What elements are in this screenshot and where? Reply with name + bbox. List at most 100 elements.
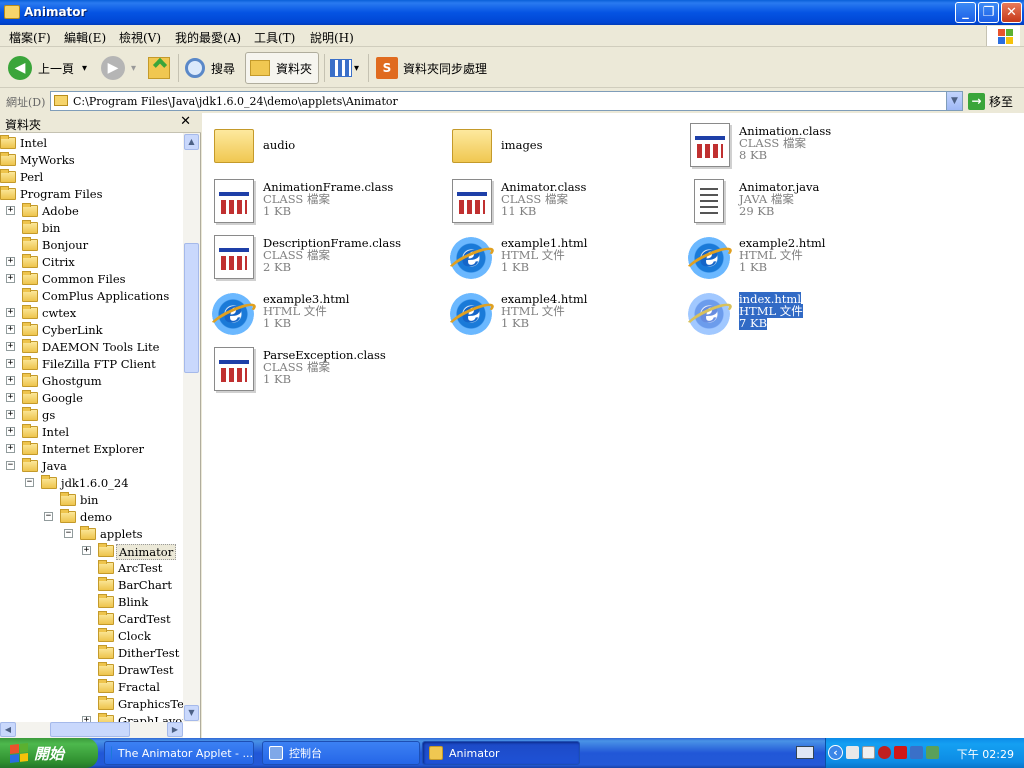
collapse-icon[interactable]: − xyxy=(64,529,73,538)
file-item[interactable]: Animator.java JAVA 檔案 29 KB xyxy=(682,173,912,225)
scroll-thumb[interactable] xyxy=(184,243,199,373)
expand-icon[interactable]: + xyxy=(82,546,91,555)
menu-help[interactable]: 說明(H) xyxy=(310,29,354,46)
close-button[interactable]: ✕ xyxy=(1001,2,1022,23)
close-icon[interactable]: ✕ xyxy=(180,114,191,129)
menu-file[interactable]: 檔案(F) xyxy=(9,29,51,46)
scroll-up-button[interactable]: ▲ xyxy=(184,134,199,150)
forward-button[interactable]: ▶ ▾ xyxy=(101,52,136,84)
collapse-icon[interactable]: − xyxy=(25,478,34,487)
tree-item[interactable]: + CyberLink xyxy=(0,322,183,339)
maximize-button[interactable]: ❐ xyxy=(978,2,999,23)
tree-item[interactable]: CardTest xyxy=(0,611,183,628)
taskbar-item-animator-applet[interactable]: The Animator Applet - ... xyxy=(104,741,254,765)
collapse-icon[interactable]: − xyxy=(44,512,53,521)
expand-icon[interactable]: + xyxy=(6,393,15,402)
tree-item[interactable]: DitherTest xyxy=(0,645,183,662)
tree-item[interactable]: + DAEMON Tools Lite xyxy=(0,339,183,356)
network-icon[interactable] xyxy=(910,746,923,759)
minimize-button[interactable]: _ xyxy=(955,2,976,23)
tree-item[interactable]: Fractal xyxy=(0,679,183,696)
address-dropdown-button[interactable]: ▼ xyxy=(946,92,962,110)
menu-tools[interactable]: 工具(T) xyxy=(254,29,295,46)
tree-item[interactable]: Clock xyxy=(0,628,183,645)
tree-item[interactable]: bin xyxy=(0,220,183,237)
up-folder-button[interactable] xyxy=(148,52,170,84)
tray-expand-button[interactable]: ‹ xyxy=(828,745,843,760)
tree-item[interactable]: + Intel xyxy=(0,424,183,441)
expand-icon[interactable]: + xyxy=(6,274,15,283)
file-item[interactable]: e example2.html HTML 文件 1 KB xyxy=(682,229,912,281)
tree-item[interactable]: bin xyxy=(0,492,183,509)
tree-item[interactable]: + Ghostgum xyxy=(0,373,183,390)
start-button[interactable]: 開始 xyxy=(0,738,98,768)
file-item[interactable]: e example3.html HTML 文件 1 KB xyxy=(206,285,436,337)
tree-item[interactable]: + Common Files xyxy=(0,271,183,288)
tree-item[interactable]: − demo xyxy=(0,509,183,526)
shield-icon[interactable] xyxy=(878,746,891,759)
menu-edit[interactable]: 編輯(E) xyxy=(64,29,106,46)
file-item[interactable]: images xyxy=(444,117,674,169)
scroll-left-button[interactable]: ◀ xyxy=(0,722,16,737)
tree-item[interactable]: + FileZilla FTP Client xyxy=(0,356,183,373)
menu-favorites[interactable]: 我的最愛(A) xyxy=(175,29,241,46)
file-item[interactable]: e example4.html HTML 文件 1 KB xyxy=(444,285,674,337)
scroll-thumb[interactable] xyxy=(50,722,130,737)
file-item[interactable]: AnimationFrame.class CLASS 檔案 1 KB xyxy=(206,173,436,225)
back-button[interactable]: ◀ 上一頁 ▾ xyxy=(8,52,87,84)
file-item[interactable]: e example1.html HTML 文件 1 KB xyxy=(444,229,674,281)
tree-item[interactable]: ComPlus Applications xyxy=(0,288,183,305)
collapse-icon[interactable]: − xyxy=(6,461,15,470)
tree-item[interactable]: Intel xyxy=(0,135,183,152)
tree-item[interactable]: MyWorks xyxy=(0,152,183,169)
go-button[interactable]: → 移至 xyxy=(968,92,1020,110)
tree-item[interactable]: DrawTest xyxy=(0,662,183,679)
expand-icon[interactable]: + xyxy=(6,376,15,385)
tree-item[interactable]: + Internet Explorer xyxy=(0,441,183,458)
views-button[interactable]: ▾ xyxy=(330,52,359,84)
folders-button[interactable]: 資料夾 xyxy=(245,52,320,84)
scroll-right-button[interactable]: ▶ xyxy=(167,722,183,737)
file-item[interactable]: ParseException.class CLASS 檔案 1 KB xyxy=(206,341,436,393)
expand-icon[interactable]: + xyxy=(6,206,15,215)
horizontal-scrollbar[interactable]: ◀ ▶ xyxy=(0,722,183,738)
tree-item[interactable]: Program Files xyxy=(0,186,183,203)
expand-icon[interactable]: + xyxy=(6,257,15,266)
antivirus-icon[interactable] xyxy=(894,746,907,759)
address-path[interactable]: C:\Program Files\Java\jdk1.6.0_24\demo\a… xyxy=(73,95,398,108)
file-item[interactable]: Animation.class CLASS 檔案 8 KB xyxy=(682,117,912,169)
tree-item[interactable]: − Java xyxy=(0,458,183,475)
taskbar-item-animator[interactable]: Animator xyxy=(422,741,580,765)
menu-view[interactable]: 檢視(V) xyxy=(119,29,161,46)
expand-icon[interactable]: + xyxy=(6,427,15,436)
expand-icon[interactable]: + xyxy=(6,444,15,453)
address-input[interactable]: C:\Program Files\Java\jdk1.6.0_24\demo\a… xyxy=(50,91,963,111)
tree-item[interactable]: + gs xyxy=(0,407,183,424)
tree-item[interactable]: + Animator xyxy=(0,543,183,560)
tree-item[interactable]: Bonjour xyxy=(0,237,183,254)
taskbar-item-control-panel[interactable]: 控制台 xyxy=(262,741,420,765)
expand-icon[interactable]: + xyxy=(6,342,15,351)
display-icon[interactable] xyxy=(926,746,939,759)
java-tray-icon[interactable] xyxy=(846,746,859,759)
tree-item[interactable]: + cwtex xyxy=(0,305,183,322)
expand-icon[interactable]: + xyxy=(6,308,15,317)
tree-item[interactable]: + Citrix xyxy=(0,254,183,271)
tree-item[interactable]: GraphicsTest xyxy=(0,696,183,713)
scroll-down-button[interactable]: ▼ xyxy=(184,705,199,721)
tree-item[interactable]: Blink xyxy=(0,594,183,611)
expand-icon[interactable]: + xyxy=(6,359,15,368)
tree-item[interactable]: − applets xyxy=(0,526,183,543)
file-item[interactable]: DescriptionFrame.class CLASS 檔案 2 KB xyxy=(206,229,436,281)
tree-item[interactable]: − jdk1.6.0_24 xyxy=(0,475,183,492)
chevron-down-icon[interactable]: ▾ xyxy=(82,63,87,74)
file-item[interactable]: e index.html HTML 文件 7 KB xyxy=(682,285,912,337)
tree-item[interactable]: BarChart xyxy=(0,577,183,594)
speaker-icon[interactable] xyxy=(862,746,875,759)
tree-item[interactable]: ArcTest xyxy=(0,560,183,577)
title-bar[interactable]: Animator _ ❐ ✕ xyxy=(0,0,1024,25)
tree-item[interactable]: +GraphLayout xyxy=(0,713,183,722)
file-item[interactable]: audio xyxy=(206,117,436,169)
expand-icon[interactable]: + xyxy=(6,325,15,334)
keyboard-icon[interactable] xyxy=(796,746,814,759)
